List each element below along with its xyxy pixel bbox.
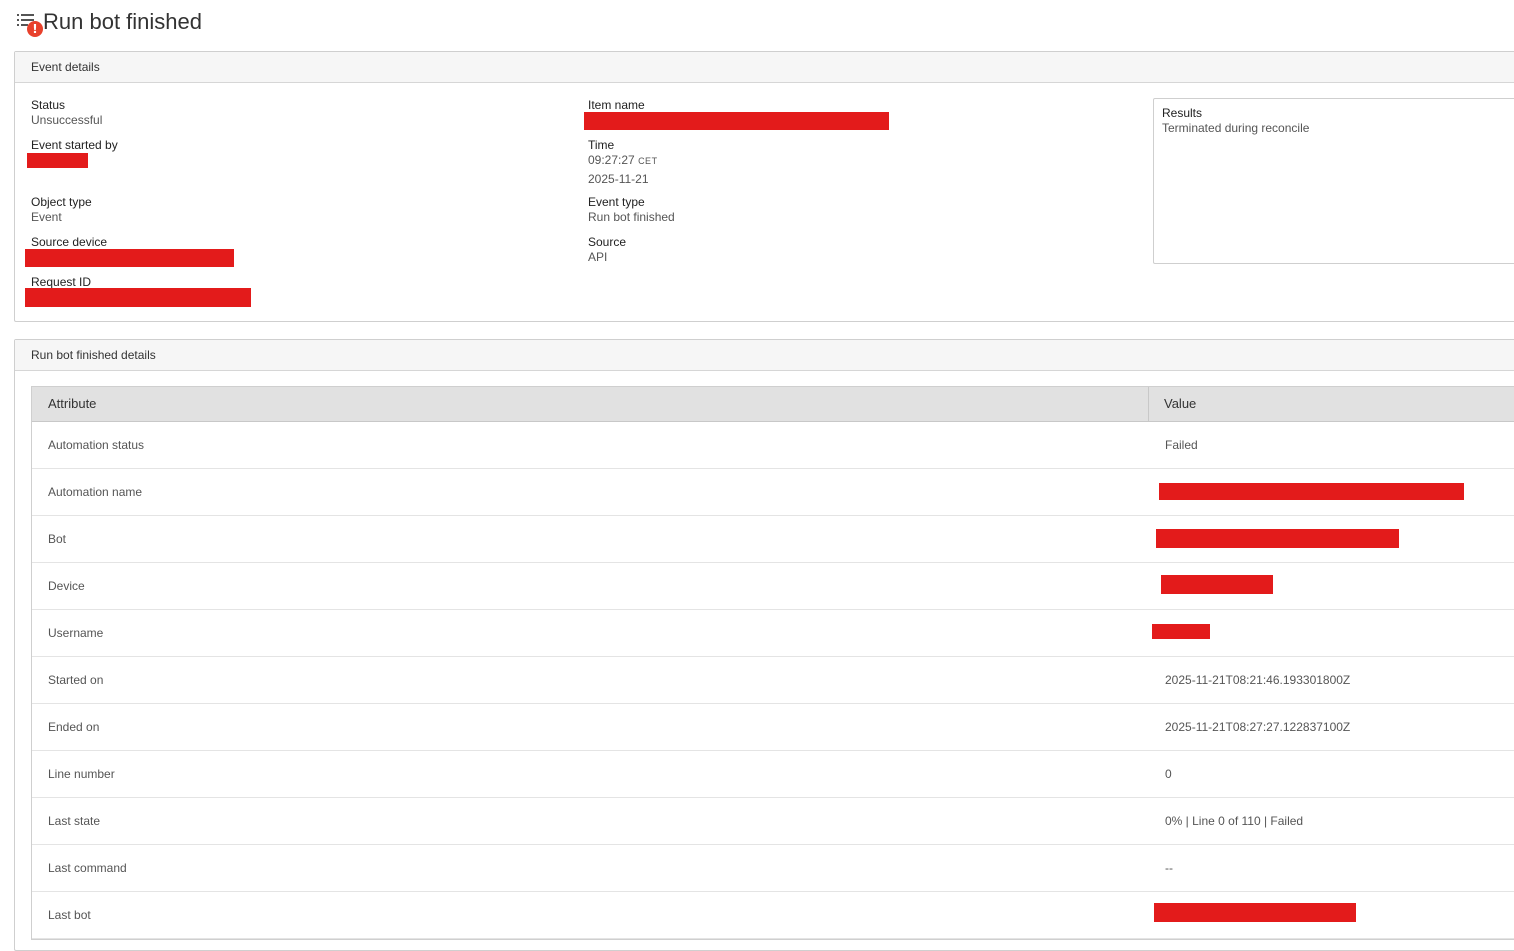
value-cell bbox=[1149, 892, 1356, 938]
table-row: Automation status Failed bbox=[32, 422, 1514, 469]
page-title: Run bot finished bbox=[43, 9, 202, 34]
event-type-value: Run bot finished bbox=[588, 210, 675, 224]
item-name-redaction bbox=[584, 112, 889, 130]
value-cell bbox=[1149, 563, 1273, 609]
event-started-by-label: Event started by bbox=[31, 138, 118, 152]
table-row: Last command -- bbox=[32, 845, 1514, 892]
value-cell: 0% | Line 0 of 110 | Failed bbox=[1165, 814, 1304, 828]
item-name-field: Item name bbox=[588, 98, 645, 113]
device-redaction bbox=[1161, 575, 1273, 594]
table-row: Last bot bbox=[32, 892, 1514, 939]
table-row: Last state 0% | Line 0 of 110 | Failed bbox=[32, 798, 1514, 845]
event-type-label: Event type bbox=[588, 195, 645, 209]
event-details-header: Event details bbox=[15, 52, 1514, 83]
alert-icon: ! bbox=[27, 21, 43, 37]
item-name-label: Item name bbox=[588, 98, 645, 112]
run-bot-details-header: Run bot finished details bbox=[15, 340, 1514, 371]
page-header: ! Run bot finished bbox=[17, 6, 202, 38]
request-id-redaction bbox=[25, 288, 251, 307]
time-zone: CET bbox=[638, 156, 658, 166]
attribute-cell: Bot bbox=[48, 532, 67, 546]
attribute-cell: Last command bbox=[48, 861, 127, 875]
value-cell: -- bbox=[1165, 861, 1173, 875]
event-type-field: Event type Run bot finished bbox=[588, 195, 675, 225]
event-started-by-redaction bbox=[27, 153, 88, 168]
object-type-value: Event bbox=[31, 210, 62, 224]
attribute-cell: Automation name bbox=[48, 485, 143, 499]
status-value: Unsuccessful bbox=[31, 113, 103, 127]
attribute-cell: Device bbox=[48, 579, 85, 593]
source-label: Source bbox=[588, 235, 627, 249]
value-cell bbox=[1149, 469, 1464, 515]
value-cell bbox=[1149, 516, 1399, 562]
source-device-redaction bbox=[25, 249, 234, 267]
column-header-value[interactable]: Value bbox=[1149, 387, 1196, 421]
time-value: 09:27:27 bbox=[588, 153, 635, 167]
attribute-cell: Line number bbox=[48, 767, 115, 781]
results-label: Results bbox=[1162, 106, 1203, 120]
list-icon: ! bbox=[17, 9, 43, 37]
status-field: Status Unsuccessful bbox=[31, 98, 102, 128]
attribute-cell: Ended on bbox=[48, 720, 100, 734]
table-row: Ended on 2025-11-21T08:27:27.122837100Z bbox=[32, 704, 1514, 751]
attribute-cell: Last bot bbox=[48, 908, 91, 922]
table-row: Username bbox=[32, 610, 1514, 657]
bot-redaction bbox=[1156, 529, 1399, 548]
column-header-attribute[interactable]: Attribute bbox=[32, 387, 1149, 421]
source-value: API bbox=[588, 250, 608, 264]
time-label: Time bbox=[588, 138, 615, 152]
source-device-label: Source device bbox=[31, 235, 108, 249]
object-type-label: Object type bbox=[31, 195, 92, 209]
time-field: Time 09:27:27 CET 2025-11-21 bbox=[588, 138, 658, 187]
last-bot-redaction bbox=[1154, 903, 1356, 922]
value-cell: 2025-11-21T08:27:27.122837100Z bbox=[1165, 720, 1351, 734]
source-field: Source API bbox=[588, 235, 626, 265]
value-cell: 0 bbox=[1165, 767, 1172, 781]
attribute-cell: Last state bbox=[48, 814, 101, 828]
value-cell bbox=[1149, 610, 1210, 656]
run-bot-details-panel: Run bot finished details Attribute Value… bbox=[14, 339, 1514, 951]
attribute-cell: Started on bbox=[48, 673, 104, 687]
source-device-field: Source device bbox=[31, 235, 107, 250]
date-value: 2025-11-21 bbox=[588, 172, 649, 186]
table-row: Bot bbox=[32, 516, 1514, 563]
object-type-field: Object type Event bbox=[31, 195, 92, 225]
results-box: Results Terminated during reconcile bbox=[1153, 98, 1514, 264]
automation-name-redaction bbox=[1159, 483, 1464, 500]
attributes-table: Attribute Value Automation status Failed… bbox=[31, 386, 1514, 940]
attribute-cell: Username bbox=[48, 626, 104, 640]
value-cell: Failed bbox=[1165, 438, 1198, 452]
event-started-by-field: Event started by bbox=[31, 138, 118, 153]
table-row: Line number 0 bbox=[32, 751, 1514, 798]
status-label: Status bbox=[31, 98, 66, 112]
table-row: Started on 2025-11-21T08:21:46.193301800… bbox=[32, 657, 1514, 704]
table-header: Attribute Value bbox=[32, 387, 1514, 422]
table-row: Automation name bbox=[32, 469, 1514, 516]
attribute-cell: Automation status bbox=[48, 438, 145, 452]
results-value: Terminated during reconcile bbox=[1162, 121, 1310, 135]
event-details-panel: Event details Status Unsuccessful Event … bbox=[14, 51, 1514, 322]
table-row: Device bbox=[32, 563, 1514, 610]
value-cell: 2025-11-21T08:21:46.193301800Z bbox=[1165, 673, 1351, 687]
username-redaction bbox=[1152, 624, 1210, 639]
